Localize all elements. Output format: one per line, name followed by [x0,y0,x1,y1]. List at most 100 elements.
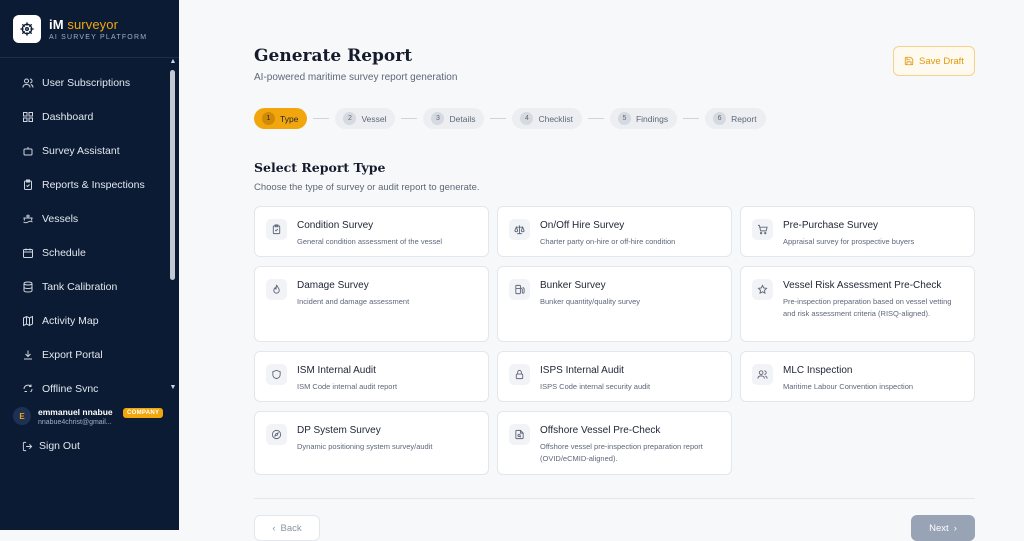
step-checklist[interactable]: 4 Checklist [512,108,582,129]
card-title: On/Off Hire Survey [540,220,625,231]
sidebar-item-export-portal[interactable]: Export Portal [0,338,168,372]
sign-out-button[interactable]: Sign Out [22,440,80,452]
user-name: emmanuel nnabue [38,406,113,417]
report-type-card-offshore-vessel-pre-check[interactable]: Offshore Vessel Pre-Check Offshore vesse… [497,411,732,475]
database-icon [23,281,33,293]
refresh-icon [23,384,33,392]
grid-icon [23,112,33,122]
card-title: Damage Survey [297,280,369,291]
sidebar-item-user-subscriptions[interactable]: User Subscriptions [0,66,168,100]
clipboard-check-icon [272,224,281,235]
brand-subtitle: AI SURVEY PLATFORM [49,33,148,41]
next-label: Next [929,522,949,534]
report-type-card-ism-internal-audit[interactable]: ISM Internal Audit ISM Code internal aud… [254,351,489,402]
sidebar-item-vessels[interactable]: Vessels [0,202,168,236]
company-badge: COMPANY [123,408,164,418]
chevron-right-icon: › [953,522,957,534]
report-type-card-pre-purchase-survey[interactable]: Pre-Purchase Survey Appraisal survey for… [740,206,975,257]
step-connector [490,118,507,119]
next-button[interactable]: Next › [911,515,975,541]
sidebar-nav: User Subscriptions Dashboard Survey Assi… [0,66,168,392]
report-type-card-vessel-risk-assessment[interactable]: Vessel Risk Assessment Pre-Check Pre-ins… [740,266,975,342]
flame-icon [273,284,280,294]
people-icon [757,370,768,379]
scroll-down-icon[interactable]: ▼ [169,384,177,392]
logout-icon [22,441,33,451]
footer-divider [254,498,975,499]
user-profile[interactable]: E emmanuel nnabue nnabue4christ@gmail...… [13,400,173,432]
scale-icon [514,225,525,235]
report-type-card-damage-survey[interactable]: Damage Survey Incident and damage assess… [254,266,489,342]
users-icon [22,78,34,88]
brand-name: iM surveyor [49,16,119,32]
report-type-card-on-off-hire-survey[interactable]: On/Off Hire Survey Charter party on-hire… [497,206,732,257]
sidebar-item-label: Export Portal [42,349,103,361]
back-label: Back [280,522,302,534]
card-description: Appraisal survey for prospective buyers [783,237,915,246]
map-icon [23,315,33,327]
save-draft-button[interactable]: Save Draft [893,46,975,76]
star-icon [757,284,768,294]
compass-icon [271,429,282,440]
report-type-card-condition-survey[interactable]: Condition Survey General condition asses… [254,206,489,257]
step-details[interactable]: 3 Details [423,108,485,129]
lock-icon [515,369,524,380]
fuel-icon [515,284,525,295]
sidebar: iM surveyor AI SURVEY PLATFORM User Subs… [0,0,179,530]
report-type-card-mlc-inspection[interactable]: MLC Inspection Maritime Labour Conventio… [740,351,975,402]
file-search-icon [515,429,524,440]
step-connector [587,118,604,119]
card-title: MLC Inspection [783,365,853,376]
sidebar-item-activity-map[interactable]: Activity Map [0,304,168,338]
ship-icon [23,214,33,224]
step-type[interactable]: 1 Type [254,108,308,129]
section-title: Select Report Type [254,160,386,175]
save-icon [904,56,914,66]
sidebar-item-tank-calibration[interactable]: Tank Calibration [0,270,168,304]
scroll-thumb[interactable] [170,70,175,280]
report-type-card-isps-internal-audit[interactable]: ISPS Internal Audit ISPS Code internal s… [497,351,732,402]
card-description: Dynamic positioning system survey/audit [297,442,433,451]
step-findings[interactable]: 5 Findings [609,108,678,129]
step-connector [313,118,330,119]
step-report[interactable]: 6 Report [705,108,766,129]
brand: iM surveyor AI SURVEY PLATFORM [0,0,179,58]
page-title: Generate Report [254,46,413,66]
card-title: Pre-Purchase Survey [783,220,879,231]
chevron-left-icon: ‹ [272,522,276,534]
sidebar-item-label: Survey Assistant [42,145,120,157]
card-title: Condition Survey [297,220,374,231]
main-content: Generate Report AI-powered maritime surv… [179,0,1024,541]
card-description: Pre-inspection preparation based on vess… [783,297,952,318]
scroll-up-icon[interactable]: ▲ [169,58,177,66]
sidebar-item-label: Schedule [42,247,86,259]
page-subtitle: AI-powered maritime survey report genera… [254,72,458,83]
calendar-icon [23,248,33,258]
user-email: nnabue4christ@gmail... [38,418,112,426]
back-button[interactable]: ‹ Back [254,515,320,541]
card-description: ISPS Code internal security audit [540,382,651,391]
sidebar-item-label: User Subscriptions [42,77,131,89]
sidebar-item-survey-assistant[interactable]: Survey Assistant [0,134,168,168]
report-type-card-bunker-survey[interactable]: Bunker Survey Bunker quantity/quality su… [497,266,732,342]
sidebar-item-label: Tank Calibration [42,281,118,293]
sidebar-scrollbar[interactable]: ▲ ▼ [169,58,177,392]
card-description: General condition assessment of the vess… [297,237,443,246]
clipboard-icon [24,179,32,190]
bot-icon [23,147,33,156]
sidebar-item-offline-sync[interactable]: Offline Sync [0,372,168,392]
sidebar-item-schedule[interactable]: Schedule [0,236,168,270]
sidebar-item-label: Offline Sync [42,383,99,392]
step-indicator: 1 Type 2 Vessel 3 Details 4 Checklist 5 Findi… [254,108,766,129]
sidebar-item-dashboard[interactable]: Dashboard [0,100,168,134]
card-title: DP System Survey [297,425,381,436]
report-type-card-dp-system-survey[interactable]: DP System Survey Dynamic positioning sys… [254,411,489,475]
card-description: Incident and damage assessment [297,297,410,306]
card-description: Maritime Labour Convention inspection [783,382,914,391]
step-vessel[interactable]: 2 Vessel [335,108,396,129]
step-connector [401,118,418,119]
card-title: ISM Internal Audit [297,365,376,376]
section-subtitle: Choose the type of survey or audit repor… [254,182,480,193]
sidebar-item-label: Vessels [42,213,79,225]
sidebar-item-reports-inspections[interactable]: Reports & Inspections [0,168,168,202]
